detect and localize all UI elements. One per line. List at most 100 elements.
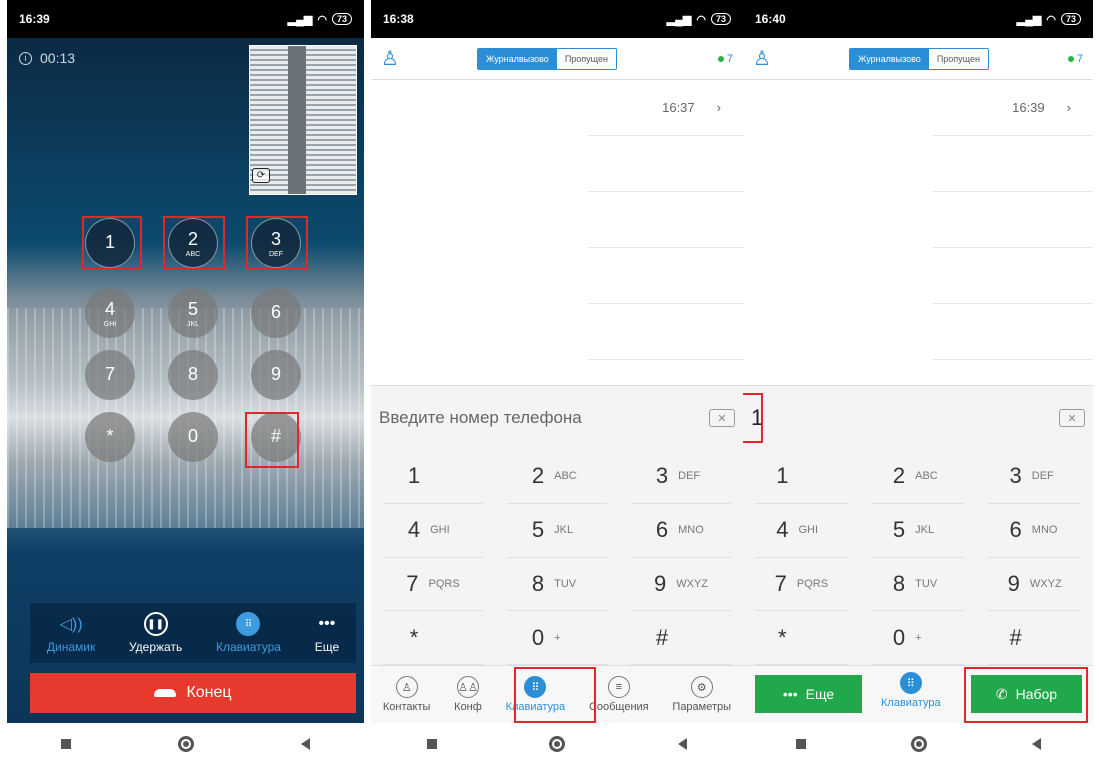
- call-key-star[interactable]: *: [85, 412, 135, 462]
- tab-call-log[interactable]: Журналвызово: [478, 48, 557, 69]
- back-icon[interactable]: [301, 738, 311, 750]
- dial-key-9[interactable]: 9 WXYZ: [631, 558, 731, 612]
- log-row-empty: [588, 192, 743, 248]
- switch-camera-icon[interactable]: ⟳: [252, 168, 270, 183]
- hold-button[interactable]: ❚❚ Удержать: [129, 612, 182, 654]
- keypad-icon: ⠿: [899, 672, 922, 694]
- highlight-box-2: [163, 216, 225, 270]
- more-icon: •••: [318, 615, 336, 632]
- dial-key-hash[interactable]: #: [631, 611, 731, 665]
- gear-icon: ⚙: [690, 676, 713, 698]
- dial-key-2[interactable]: 2 ABC: [507, 450, 607, 504]
- status-bar: 16:39 ▂▄▆ ◠ 73: [7, 0, 364, 38]
- log-row-empty: [933, 136, 1093, 192]
- add-contact-icon[interactable]: ♙: [753, 46, 777, 71]
- backspace-icon[interactable]: ✕: [709, 409, 735, 427]
- backspace-icon[interactable]: ✕: [1059, 409, 1085, 427]
- dial-key-4[interactable]: 4 GHI: [383, 504, 483, 558]
- call-key-4[interactable]: 4 GHI: [85, 288, 135, 338]
- keypad-button[interactable]: ⠿ Клавиатура: [216, 612, 281, 654]
- tab-settings[interactable]: ⚙ Параметры: [672, 676, 731, 713]
- chevron-right-icon: ›: [716, 100, 721, 115]
- hangup-icon: [154, 689, 177, 697]
- log-row[interactable]: 16:39 ›: [933, 80, 1093, 136]
- dial-key-2[interactable]: 2 ABC: [871, 450, 965, 504]
- dial-key-star[interactable]: *: [755, 611, 848, 665]
- dial-key-1[interactable]: 1: [383, 450, 483, 504]
- call-key-9[interactable]: 9: [251, 350, 301, 400]
- wifi-icon: ◠: [696, 13, 706, 26]
- dial-key-1[interactable]: 1: [755, 450, 848, 504]
- tab-missed[interactable]: Пропущен: [929, 49, 988, 69]
- call-log-list: 16:39 ›: [743, 80, 1093, 385]
- speaker-icon: ◁)): [59, 616, 83, 633]
- add-contact-icon[interactable]: ♙: [381, 46, 405, 71]
- keypad-icon: ⠿: [236, 612, 261, 636]
- signal-icon: ▂▄▆: [666, 13, 692, 26]
- tab-missed[interactable]: Пропущен: [557, 49, 616, 69]
- phone-number-input[interactable]: Введите номер телефона: [379, 408, 582, 428]
- back-icon[interactable]: [1031, 738, 1041, 750]
- back-icon[interactable]: [677, 738, 687, 750]
- battery-icon: 73: [1060, 13, 1081, 25]
- dial-key-star[interactable]: *: [383, 611, 483, 665]
- number-display: Введите номер телефона ✕: [371, 385, 743, 450]
- call-key-8[interactable]: 8: [168, 350, 218, 400]
- tab-contacts[interactable]: ♙ Контакты: [383, 676, 430, 713]
- info-icon[interactable]: i: [19, 51, 32, 65]
- dial-key-5[interactable]: 5 JKL: [507, 504, 607, 558]
- call-key-6[interactable]: 6: [251, 288, 301, 338]
- status-time: 16:40: [755, 12, 786, 26]
- dial-key-7[interactable]: 7 PQRS: [755, 558, 848, 612]
- contacts-icon: ♙: [395, 676, 418, 698]
- android-nav-bar: [743, 723, 1093, 765]
- dial-key-5[interactable]: 5 JKL: [871, 504, 965, 558]
- more-button[interactable]: ••• Еще: [755, 675, 862, 713]
- speaker-button[interactable]: ◁)) Динамик: [47, 612, 95, 654]
- log-row-empty: [933, 192, 1093, 248]
- dial-key-8[interactable]: 8 TUV: [507, 558, 607, 612]
- status-time: 16:39: [19, 12, 50, 26]
- tab-conference[interactable]: ♙♙ Конф: [454, 676, 482, 713]
- call-key-0[interactable]: 0: [168, 412, 218, 462]
- home-icon[interactable]: [177, 736, 194, 752]
- tab-messages[interactable]: ≡ Сообщения: [589, 676, 649, 713]
- dial-key-4[interactable]: 4 GHI: [755, 504, 848, 558]
- call-timer: i 00:13: [19, 50, 75, 66]
- recents-icon[interactable]: [795, 739, 806, 749]
- dial-key-hash[interactable]: #: [988, 611, 1081, 665]
- highlight-box-dial: [964, 667, 1088, 723]
- call-key-7[interactable]: 7: [85, 350, 135, 400]
- highlight-box-keypad-tab: [514, 667, 596, 723]
- dial-key-8[interactable]: 8 TUV: [871, 558, 965, 612]
- dial-key-6[interactable]: 6 MNO: [631, 504, 731, 558]
- home-icon[interactable]: [549, 736, 566, 752]
- tab-keypad[interactable]: ⠿ Клавиатура: [881, 672, 941, 709]
- log-tabs: Журналвызово Пропущен: [477, 47, 617, 70]
- dial-key-9[interactable]: 9 WXYZ: [988, 558, 1081, 612]
- call-key-5[interactable]: 5 JKL: [168, 288, 218, 338]
- dial-keypad: 1 2 ABC 3 DEF 4 GHI 5 JKL 6 MNO 7 PQRS 8 TUV 9 WXYZ * 0 + #: [743, 450, 1093, 665]
- log-row[interactable]: 16:37 ›: [588, 80, 743, 136]
- dialer-screen: 16:38 ▂▄▆ ◠ 73 ♙ Журналвызово Пропущен 7…: [371, 0, 743, 765]
- recents-icon[interactable]: [60, 739, 71, 749]
- dial-key-7[interactable]: 7 PQRS: [383, 558, 483, 612]
- android-nav-bar: [371, 723, 743, 765]
- dial-key-3[interactable]: 3 DEF: [631, 450, 731, 504]
- dial-key-6[interactable]: 6 MNO: [988, 504, 1081, 558]
- recents-icon[interactable]: [427, 739, 438, 749]
- dialer-screen-entered: 16:40 ▂▄▆ ◠ 73 ♙ Журналвызово Пропущен 7…: [743, 0, 1093, 765]
- status-dot-icon: [1067, 55, 1074, 62]
- home-icon[interactable]: [910, 736, 927, 752]
- call-duration: 00:13: [40, 50, 76, 66]
- dial-key-0[interactable]: 0 +: [507, 611, 607, 665]
- log-row-empty: [588, 248, 743, 304]
- more-button[interactable]: ••• Еще: [315, 612, 339, 654]
- conference-icon: ♙♙: [456, 676, 479, 698]
- online-count: 7: [1067, 53, 1083, 65]
- dial-key-0[interactable]: 0 +: [871, 611, 965, 665]
- end-call-button[interactable]: Конец: [30, 673, 356, 713]
- dial-key-3[interactable]: 3 DEF: [988, 450, 1081, 504]
- tab-call-log[interactable]: Журналвызово: [850, 48, 929, 69]
- pause-icon: ❚❚: [143, 612, 168, 636]
